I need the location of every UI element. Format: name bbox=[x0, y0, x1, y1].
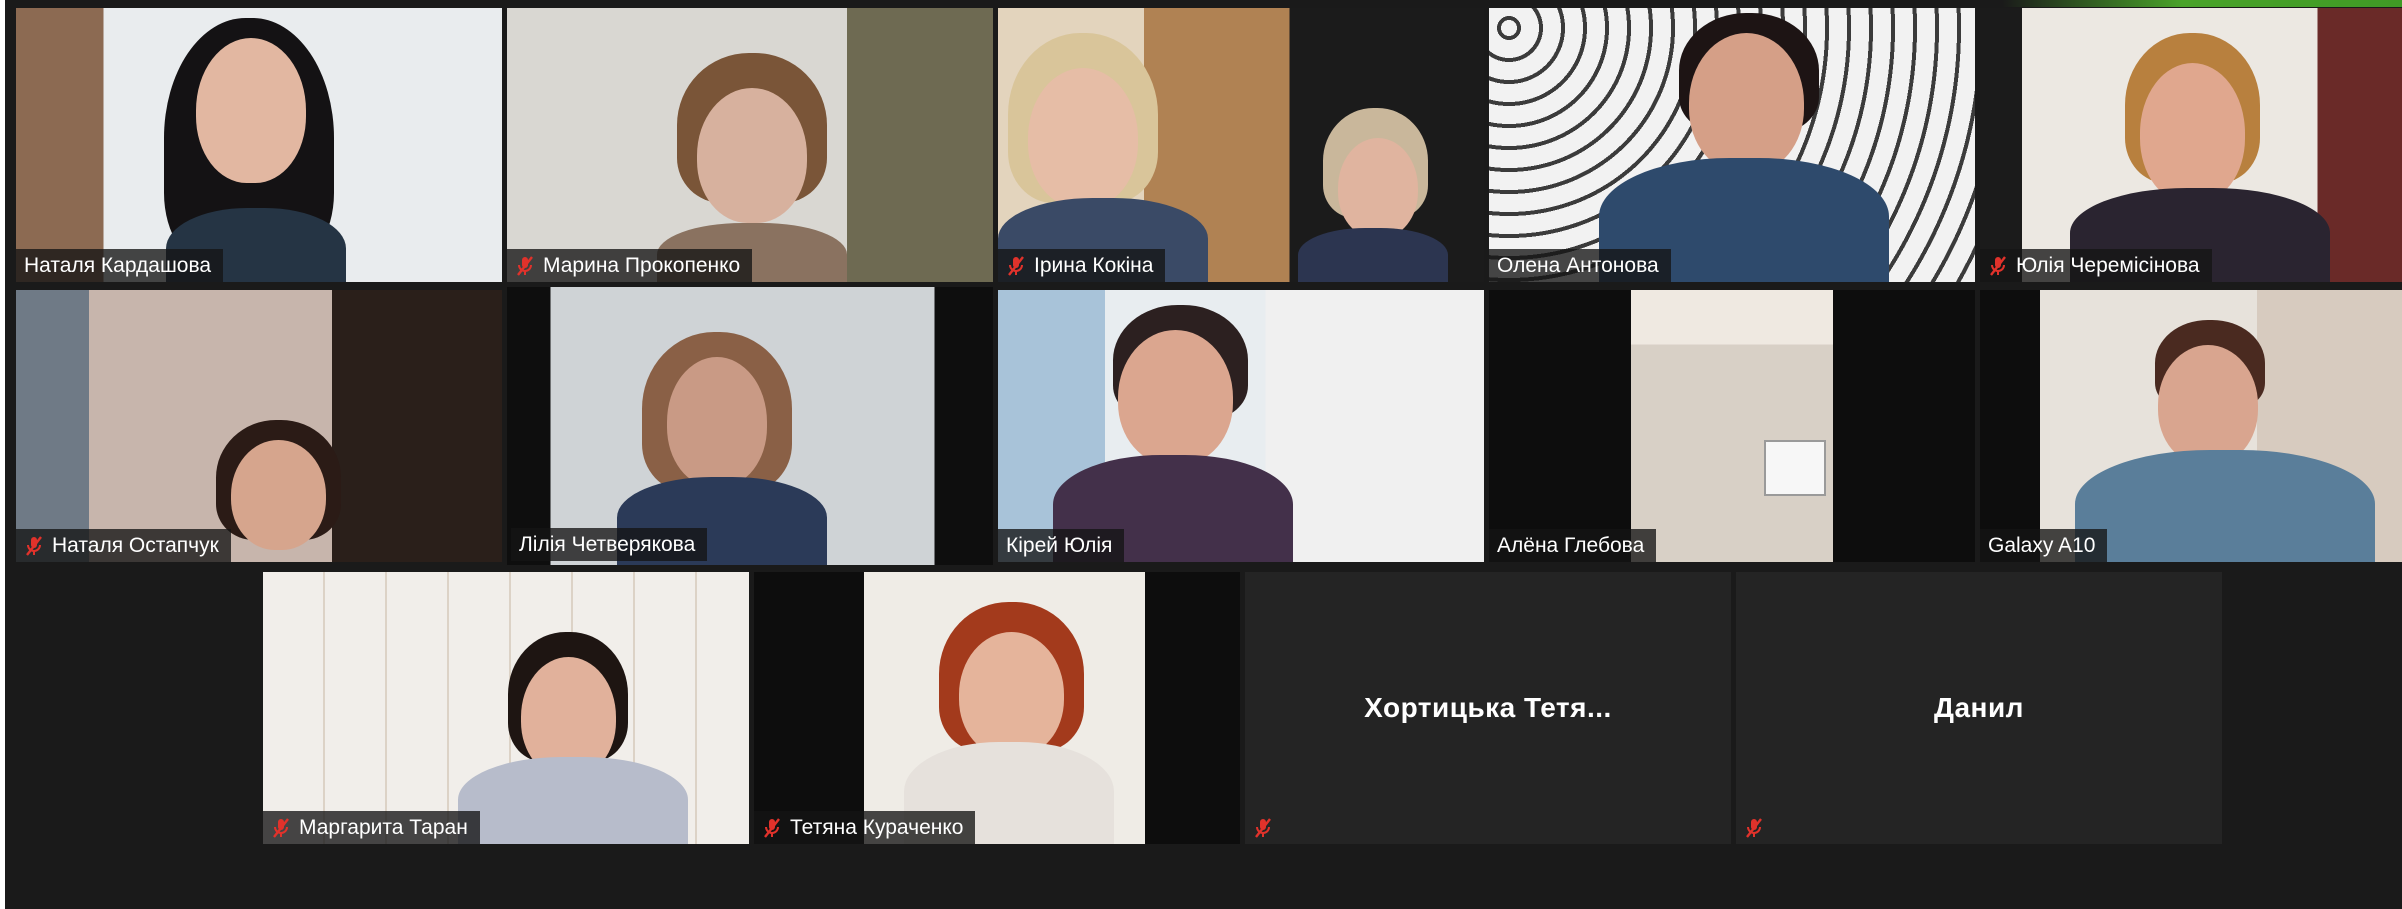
participant-tile[interactable]: Ірина Кокіна bbox=[998, 8, 1484, 282]
microphone-muted-icon bbox=[24, 535, 44, 557]
microphone-muted-icon bbox=[762, 817, 782, 839]
participant-name-tag: Кірей Юлія bbox=[998, 529, 1125, 562]
microphone-muted-icon bbox=[271, 817, 291, 839]
participant-name-tag: Олена Антонова bbox=[1489, 249, 1671, 282]
video-grid: Наталя Кардашова Марина Прокопенко Ірина… bbox=[5, 0, 2402, 909]
participant-name-tag: Юлія Черемісінова bbox=[1980, 249, 2212, 282]
participant-name: Тетяна Кураченко bbox=[790, 815, 964, 839]
participant-name: Ірина Кокіна bbox=[1034, 253, 1154, 277]
participant-tile[interactable]: Юлія Черемісінова bbox=[1980, 8, 2402, 282]
participant-tile-video-off[interactable]: Данил bbox=[1736, 572, 2222, 844]
participant-display-name: Данил bbox=[1934, 692, 2024, 723]
participant-display-name: Хортицька Тетя... bbox=[1364, 692, 1612, 723]
microphone-muted-icon bbox=[1744, 817, 1764, 839]
participant-name-tag: Наталя Остапчук bbox=[16, 529, 231, 562]
participant-name-tag: Марина Прокопенко bbox=[507, 249, 753, 282]
participant-name: Юлія Черемісінова bbox=[2016, 253, 2200, 277]
participant-tile[interactable]: Марина Прокопенко bbox=[507, 8, 993, 282]
participant-name-tag bbox=[1736, 811, 1776, 844]
participant-name: Алёна Глебова bbox=[1497, 533, 1645, 557]
participant-name-tag: Ірина Кокіна bbox=[998, 249, 1166, 282]
participant-name: Кірей Юлія bbox=[1006, 533, 1113, 557]
microphone-muted-icon bbox=[1253, 817, 1273, 839]
participant-name: Galaxy A10 bbox=[1988, 533, 2096, 557]
participant-tile[interactable]: Тетяна Кураченко bbox=[754, 572, 1240, 844]
participant-name-tag: Алёна Глебова bbox=[1489, 529, 1657, 562]
participant-tile[interactable]: Galaxy A10 bbox=[1980, 290, 2402, 562]
participant-tile[interactable]: Олена Антонова bbox=[1489, 8, 1975, 282]
participant-name: Марина Прокопенко bbox=[543, 253, 741, 277]
participant-name-tag: Маргарита Таран bbox=[263, 811, 480, 844]
participant-name-tag bbox=[1245, 811, 1285, 844]
participant-tile[interactable]: Алёна Глебова bbox=[1489, 290, 1975, 562]
participant-tile-video-off[interactable]: Хортицька Тетя... bbox=[1245, 572, 1731, 844]
participant-name: Наталя Остапчук bbox=[52, 533, 219, 557]
participant-name-tag: Тетяна Кураченко bbox=[754, 811, 976, 844]
participant-tile[interactable]: Кірей Юлія bbox=[998, 290, 1484, 562]
microphone-muted-icon bbox=[1988, 255, 2008, 277]
participant-name-tag: Лілія Четверякова bbox=[511, 528, 708, 561]
participant-tile-active-speaker[interactable]: Лілія Четверякова bbox=[507, 287, 993, 565]
participant-tile[interactable]: Наталя Кардашова bbox=[16, 8, 502, 282]
participant-name: Олена Антонова bbox=[1497, 253, 1659, 277]
participant-tile[interactable]: Маргарита Таран bbox=[263, 572, 749, 844]
microphone-muted-icon bbox=[515, 255, 535, 277]
participant-tile[interactable]: Наталя Остапчук bbox=[16, 290, 502, 562]
participant-name-tag: Galaxy A10 bbox=[1980, 529, 2108, 562]
microphone-muted-icon bbox=[1006, 255, 1026, 277]
participant-name: Лілія Четверякова bbox=[519, 532, 696, 556]
participant-name-tag: Наталя Кардашова bbox=[16, 249, 224, 282]
participant-name: Маргарита Таран bbox=[299, 815, 468, 839]
window-accent bbox=[2002, 0, 2402, 7]
participant-name: Наталя Кардашова bbox=[24, 253, 212, 277]
